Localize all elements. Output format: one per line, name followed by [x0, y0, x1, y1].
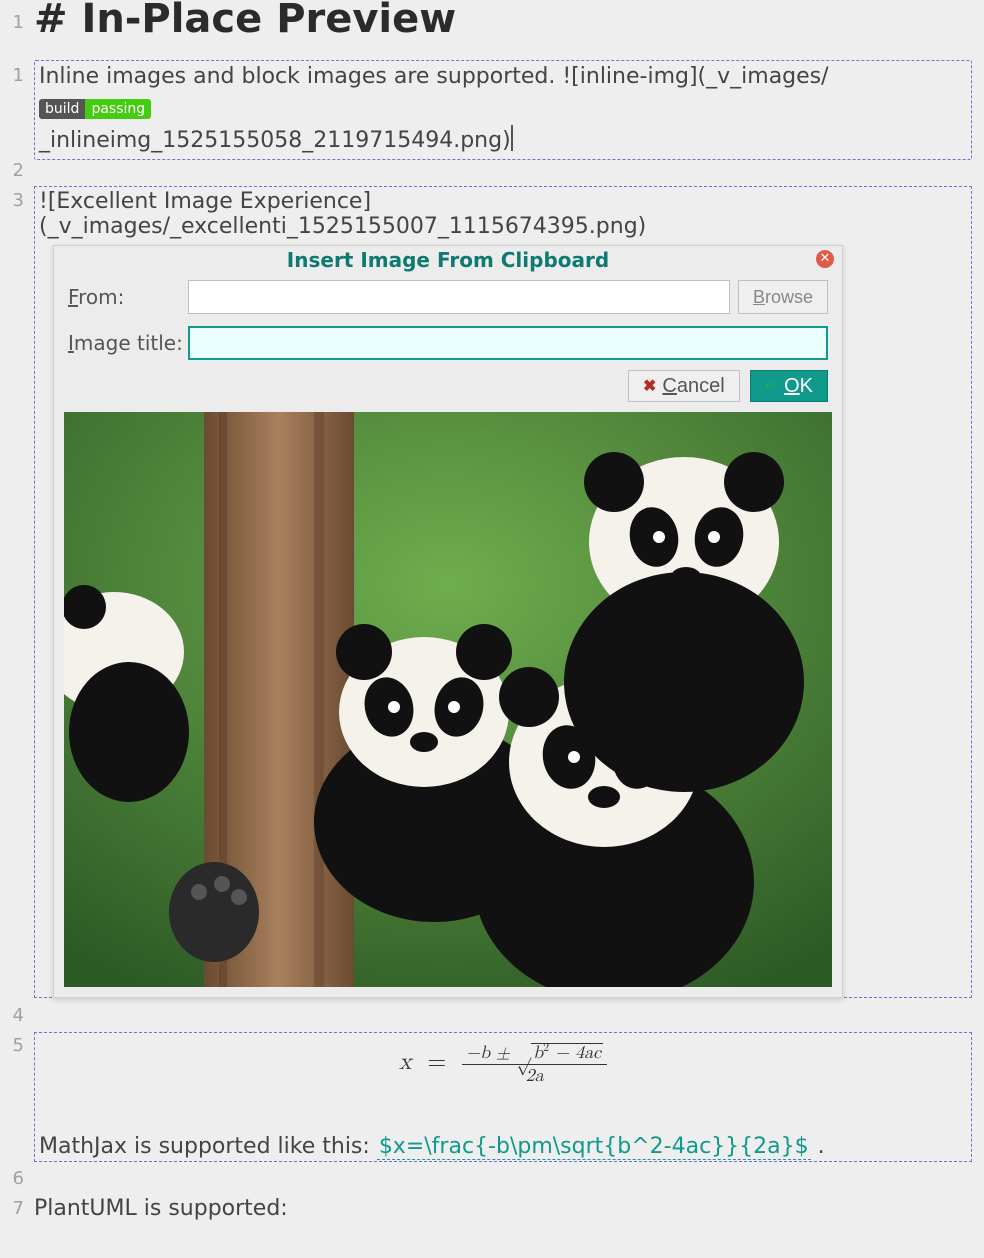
math-preview-block: x = −b ± √b2 − 4ac 2a MathJax is support…: [34, 1032, 972, 1162]
plantuml-line[interactable]: PlantUML is supported:: [34, 1196, 288, 1221]
ok-icon: ↵: [765, 376, 778, 396]
panda-image-icon: [64, 412, 832, 987]
line-number: 1: [0, 12, 24, 33]
line-number: 5: [0, 1035, 24, 1056]
line-number: 1: [0, 65, 24, 86]
close-icon[interactable]: ✕: [816, 250, 834, 268]
image-preview-block: ![Excellent Image Experience](_v_images/…: [34, 186, 972, 998]
image-title-label: Image title:: [68, 331, 188, 355]
paragraph-block[interactable]: Inline images and block images are suppo…: [34, 60, 972, 160]
clipboard-image-preview: [64, 412, 832, 987]
browse-button[interactable]: Browse: [738, 280, 828, 314]
from-input[interactable]: [188, 280, 730, 314]
paragraph-text: Inline images and block images are suppo…: [39, 61, 967, 93]
line-number: 6: [0, 1168, 24, 1189]
build-status-badge: buildpassing: [39, 99, 151, 119]
paragraph-text: _inlineimg_1525155058_2119715494.png): [39, 128, 511, 153]
badge-right: passing: [85, 99, 151, 119]
line-number: 3: [0, 190, 24, 211]
text-cursor: [511, 125, 513, 151]
from-row: From: Browse: [54, 274, 842, 320]
line-number: 4: [0, 1005, 24, 1026]
cancel-button[interactable]: ✖ Cancel: [628, 370, 740, 402]
editor-pane[interactable]: 1 1 2 3 4 5 6 7 # In-Place Preview Inlin…: [0, 0, 984, 1258]
cancel-label: Cancel: [662, 375, 724, 398]
insert-image-dialog: Insert Image From Clipboard ✕ From: Brow…: [53, 245, 843, 998]
line-number-gutter: 1 1 2 3 4 5 6 7: [0, 0, 30, 1258]
rendered-equation: x = −b ± √b2 − 4ac 2a: [35, 1041, 971, 1087]
from-label: From:: [68, 285, 188, 309]
mathjax-source-line[interactable]: MathJax is supported like this: $x=\frac…: [39, 1134, 825, 1159]
markdown-heading[interactable]: # In-Place Preview: [34, 0, 456, 42]
line-number: 2: [0, 160, 24, 181]
cancel-icon: ✖: [643, 376, 656, 396]
image-title-row: Image title:: [54, 320, 842, 366]
dialog-titlebar: Insert Image From Clipboard ✕: [54, 246, 842, 274]
badge-left: build: [39, 99, 85, 119]
math-sentence-prefix: MathJax is supported like this:: [39, 1134, 377, 1159]
dialog-title: Insert Image From Clipboard: [287, 248, 609, 272]
ok-button[interactable]: ↵ OK: [750, 370, 828, 402]
markdown-image-syntax[interactable]: ![Excellent Image Experience](_v_images/…: [35, 187, 971, 245]
math-sentence-suffix: .: [811, 1134, 825, 1159]
line-number: 7: [0, 1198, 24, 1219]
browse-label: Browse: [753, 287, 813, 307]
image-title-input[interactable]: [188, 326, 828, 360]
ok-label: OK: [784, 375, 813, 398]
mathjax-code: $x=\frac{-b\pm\sqrt{b^2-4ac}}{2a}$: [377, 1134, 811, 1160]
dialog-button-row: ✖ Cancel ↵ OK: [54, 366, 842, 412]
